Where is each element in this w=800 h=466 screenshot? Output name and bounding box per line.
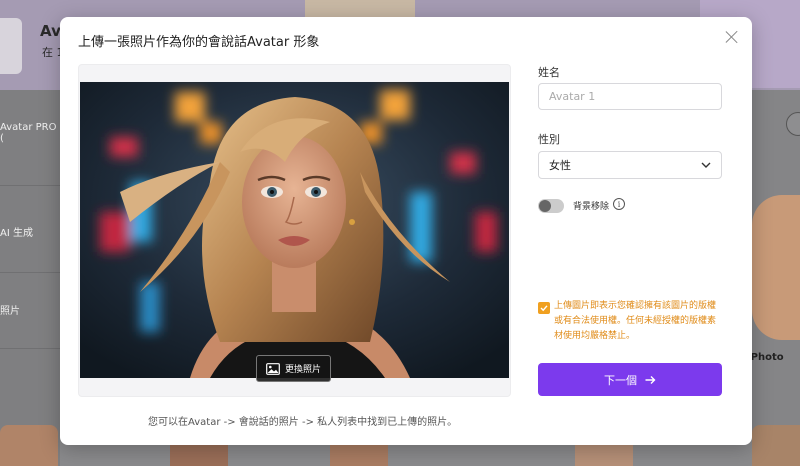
cat-thumbnail xyxy=(752,195,800,340)
bottom-thumbnail xyxy=(752,425,800,466)
side-item-photo[interactable]: 照片 xyxy=(0,302,20,317)
checkmark-icon xyxy=(540,305,548,312)
header-title: Av xyxy=(40,22,61,40)
gender-select[interactable]: 女性 xyxy=(538,151,722,179)
photo-preview: 更換照片 xyxy=(78,64,511,397)
chevron-down-icon xyxy=(701,162,711,168)
replace-photo-label: 更換照片 xyxy=(284,365,321,375)
gender-selected-value: 女性 xyxy=(549,159,571,172)
replace-photo-button[interactable]: 更換照片 xyxy=(256,355,331,382)
dialog-title: 上傳一張照片作為你的會說話Avatar 形象 xyxy=(78,35,320,50)
next-button[interactable]: 下一個 xyxy=(538,363,722,396)
name-input[interactable] xyxy=(538,83,722,110)
gender-label: 性別 xyxy=(538,133,560,146)
background-removal-toggle[interactable] xyxy=(538,199,564,213)
background-removal-label: 背景移除 xyxy=(573,202,610,212)
side-panel: Avatar PRO ( AI 生成 照片 xyxy=(0,90,60,466)
toggle-knob xyxy=(539,200,551,212)
close-icon[interactable] xyxy=(724,29,740,45)
uploaded-photo xyxy=(80,82,509,378)
header-avatar xyxy=(0,18,22,74)
info-icon[interactable]: i xyxy=(613,198,625,210)
arrow-right-icon xyxy=(645,375,656,384)
bottom-thumbnail xyxy=(0,425,58,466)
next-button-label: 下一個 xyxy=(604,373,637,387)
name-label: 姓名 xyxy=(538,66,560,79)
upload-hint: 您可以在Avatar -> 會說話的照片 -> 私人列表中找到已上傳的照片。 xyxy=(148,417,458,428)
copyright-notice: 上傳圖片即表示您確認擁有該圖片的版權或有合法使用權。任何未經授權的版權素材使用均… xyxy=(554,301,717,341)
image-icon xyxy=(266,362,280,375)
upload-avatar-dialog: 上傳一張照片作為你的會說話Avatar 形象 更換照片 您可以在Avatar -… xyxy=(60,17,752,445)
copyright-checkbox[interactable] xyxy=(538,302,550,314)
side-item-avatar-pro[interactable]: Avatar PRO ( xyxy=(0,122,60,144)
side-item-ai[interactable]: AI 生成 xyxy=(0,224,33,239)
